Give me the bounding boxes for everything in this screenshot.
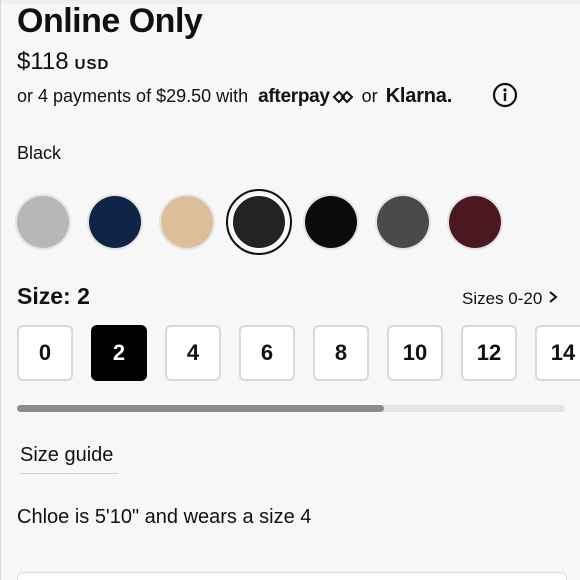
swatch-charcoal[interactable] (375, 194, 431, 250)
swatch-nude[interactable] (159, 194, 215, 250)
size-range-link[interactable]: Sizes 0-20 (462, 289, 558, 309)
or-text: or (361, 86, 378, 106)
size-scroll-track[interactable] (17, 405, 565, 412)
swatch-fill (377, 196, 429, 248)
swatch-fill (89, 196, 141, 248)
afterpay-arrows-icon (332, 90, 354, 104)
swatch-fill (231, 194, 287, 250)
product-badge-title: Online Only (17, 2, 203, 40)
afterpay-wordmark: afterpay (258, 85, 330, 107)
size-button-6[interactable]: 6 (239, 325, 295, 381)
installment-payments-row: or 4 payments of $29.50 with afterpay or… (17, 85, 557, 108)
swatch-black-selected[interactable] (226, 189, 292, 255)
size-button-12[interactable]: 12 (461, 325, 517, 381)
swatch-navy[interactable] (87, 194, 143, 250)
swatch-fill (449, 196, 501, 248)
installment-text: or 4 payments of $29.50 with (17, 86, 249, 106)
info-icon[interactable] (492, 82, 518, 108)
size-button-0[interactable]: 0 (17, 325, 73, 381)
afterpay-logo[interactable]: afterpay (258, 86, 354, 108)
klarna-logo[interactable]: Klarna. (386, 85, 453, 108)
size-guide-link[interactable]: Size guide (20, 444, 118, 474)
size-range-text: Sizes 0-20 (462, 289, 543, 308)
size-button-14[interactable]: 14 (535, 325, 580, 381)
size-button-4[interactable]: 4 (165, 325, 221, 381)
swatch-black[interactable] (303, 194, 359, 250)
size-button-2[interactable]: 2 (91, 325, 147, 381)
model-size-info: Chloe is 5'10" and wears a size 4 (17, 506, 312, 528)
currency: USD (74, 56, 110, 73)
size-button-8[interactable]: 8 (313, 325, 369, 381)
selected-size-label: Size: 2 (17, 283, 90, 309)
swatch-fill (305, 196, 357, 248)
next-section-box (17, 572, 567, 580)
size-button-10[interactable]: 10 (387, 325, 443, 381)
swatch-light-gray[interactable] (15, 194, 71, 250)
swatch-fill (17, 196, 69, 248)
size-scroll-thumb[interactable] (17, 405, 385, 412)
swatch-burgundy[interactable] (447, 194, 503, 250)
size-options: 0 2 4 6 8 10 12 14 (17, 325, 580, 381)
swatch-fill (161, 196, 213, 248)
color-swatches (15, 189, 503, 255)
product-options-panel: Online Only $118 USD or 4 payments of $2… (0, 0, 580, 580)
price: $118 (17, 48, 69, 75)
selected-color-name: Black (17, 143, 62, 163)
chevron-right-icon (548, 289, 558, 309)
price-row: $118 USD (17, 48, 109, 76)
